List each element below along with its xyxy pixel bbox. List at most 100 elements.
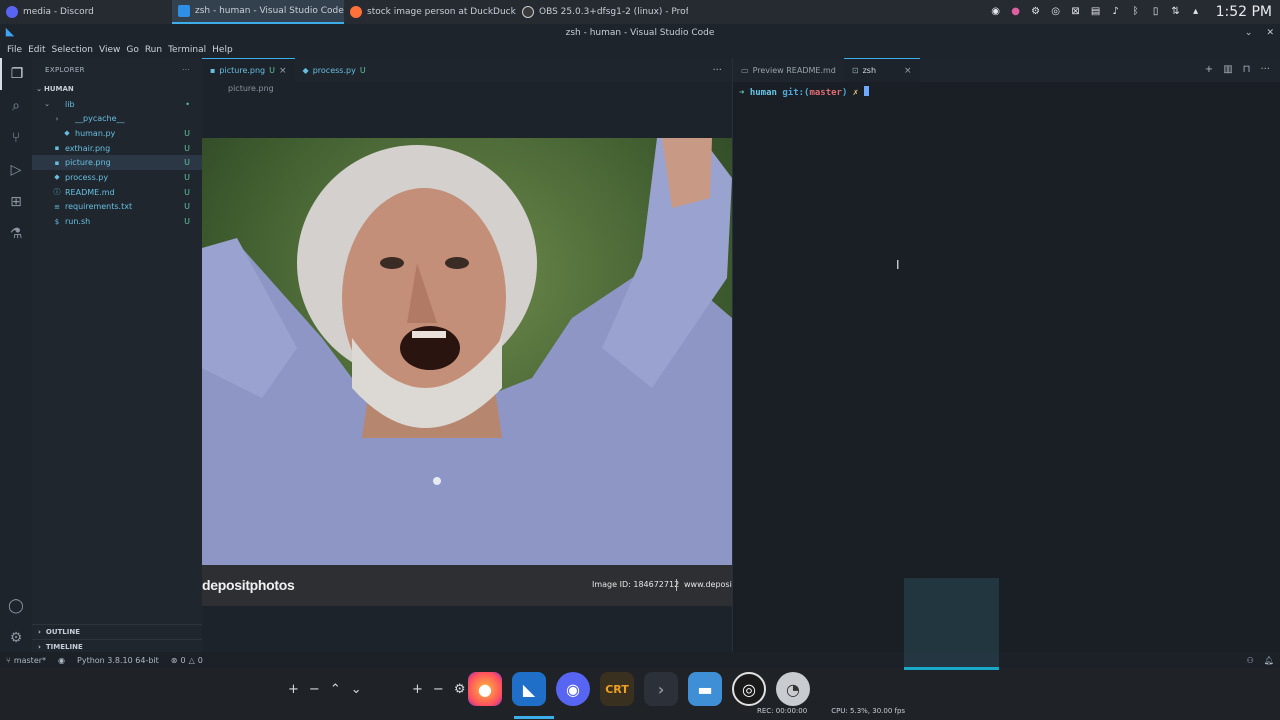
vscode-logo-icon: ◣ [5,25,15,38]
git-status-badge: U [184,158,190,168]
branch-status[interactable]: ⑂ master* [0,656,52,665]
account-status-icon[interactable]: ⚇ [1247,656,1254,665]
clipboard-tray-icon[interactable]: ▤ [1090,6,1102,18]
python-interpreter[interactable]: Python 3.8.10 64-bit [71,656,165,665]
close-tab-icon[interactable]: × [904,66,912,76]
warning-icon: △ [188,655,195,665]
updates-tray-icon[interactable]: ⊠ [1070,6,1082,18]
firefox-icon[interactable]: ● [468,672,502,706]
folder-human[interactable]: ⌄ HUMAN [32,82,202,97]
terminal-prompt[interactable]: ➜ human git:(master) ✗ [739,86,869,98]
menubar: File Edit Selection View Go Run Terminal… [0,42,1280,58]
tab-picture-png[interactable]: ▪ picture.png U × [202,58,295,82]
menu-edit[interactable]: Edit [25,45,48,55]
run-debug-icon[interactable]: ▷ [0,154,32,186]
vscode-icon[interactable]: ◣ [512,672,546,706]
clock-icon[interactable]: ◔ [776,672,810,706]
task-firefox[interactable]: stock image person at DuckDuckG... [344,0,516,24]
close-window-icon[interactable]: ✕ [1266,24,1274,42]
manage-gear-icon[interactable]: ⚙ [0,622,32,654]
minimize-icon[interactable]: ⌄ [1245,24,1253,42]
search-icon[interactable]: ⌕ [0,90,32,122]
image-preview: depositphotos Image ID: 184672712 www.de… [202,138,732,606]
explorer-title: EXPLORER [45,66,85,74]
tab-zsh[interactable]: ⊡ zsh × [843,58,920,82]
tree-item[interactable]: ⌄ lib • [32,97,202,112]
chevron-down-icon: ⌄ [36,85,42,94]
menu-view[interactable]: View [96,45,123,55]
window-title: zsh - human - Visual Studio Code [565,28,715,38]
discord-tray-icon[interactable]: ◉ [990,6,1002,18]
terminal-cursor [863,86,869,96]
clock[interactable]: 1:52 PM [1216,4,1272,20]
tab-process-py[interactable]: ◆ process.py U [295,58,374,82]
remove-icon[interactable]: − [433,682,444,697]
app-tray-icon[interactable]: ● [1010,6,1022,18]
source-control-icon[interactable]: ⑂ [0,122,32,154]
tree-item[interactable]: ▪ picture.png U [32,155,202,171]
tree-item[interactable]: ◆ human.py U [32,126,202,141]
outline-section[interactable]: › OUTLINE [32,624,202,639]
more-actions-icon[interactable]: ··· [712,65,722,76]
tab-preview-readme[interactable]: ▭ Preview README.md [733,58,844,82]
obs-icon[interactable]: ◎ [732,672,766,706]
file-manager-icon[interactable]: ▬ [688,672,722,706]
bluetooth-icon[interactable]: ᛒ [1130,6,1142,18]
close-tab-icon[interactable]: × [279,66,287,76]
task-vscode[interactable]: zsh - human - Visual Studio Code [172,0,344,24]
account-icon[interactable]: ◯ [0,590,32,622]
split-editor-icon[interactable]: ▥ [1223,64,1232,75]
task-discord[interactable]: media - Discord [0,0,172,24]
menu-selection[interactable]: Selection [49,45,96,55]
extensions-icon[interactable]: ⊞ [0,186,32,218]
tree-item[interactable]: ▪ exthair.png U [32,141,202,156]
new-terminal-icon[interactable]: + [1205,64,1213,75]
crt-icon[interactable]: CRT [600,672,634,706]
lock-icon[interactable]: ⊓ [1243,64,1251,75]
obs-tray-icon[interactable]: ◎ [1050,6,1062,18]
file-type-icon: ▪ [54,158,60,167]
files-icon[interactable]: ❐ [0,58,32,90]
gear-icon[interactable]: ⚙ [454,682,466,697]
task-obs[interactable]: OBS 25.0.3+dfsg1-2 (linux) - Profil... [516,0,688,24]
obs-scene-controls: + − ⌃ ⌄ [288,682,362,697]
move-down-icon[interactable]: ⌄ [351,682,362,697]
terminal-icon[interactable]: › [644,672,678,706]
steam-tray-icon[interactable]: ⚙ [1030,6,1042,18]
tree-item[interactable]: ≡ requirements.txt U [32,200,202,215]
tray-expand-icon[interactable]: ▴ [1190,6,1202,18]
file-type-icon: ≡ [54,202,60,211]
tree-item[interactable]: ⓘ README.md U [32,185,202,200]
more-actions-icon[interactable]: ··· [1260,64,1270,75]
tree-item[interactable]: ◆ process.py U [32,170,202,185]
battery-icon[interactable]: ▯ [1150,6,1162,18]
menu-file[interactable]: File [4,45,25,55]
file-type-icon: ▪ [54,144,60,153]
watermark-logo: depositphotos [202,577,295,593]
volume-icon[interactable]: ♪ [1110,6,1122,18]
notifications-icon[interactable]: 🔔︎ [1264,656,1274,665]
file-type-icon: ◆ [64,129,70,138]
menu-run[interactable]: Run [142,45,165,55]
remove-icon[interactable]: − [309,682,320,697]
breadcrumb[interactable]: picture.png [202,82,732,96]
window-titlebar: ◣ zsh - human - Visual Studio Code ⌄ ✕ [0,24,1280,42]
vscode-icon [178,5,190,17]
system-tray: ◉ ● ⚙ ◎ ⊠ ▤ ♪ ᛒ ▯ ⇅ ▴ 1:52 PM [990,0,1280,24]
tree-item[interactable]: $ run.sh U [32,214,202,229]
discord-icon[interactable]: ◉ [556,672,590,706]
file-type-icon: $ [54,217,60,226]
problems-status[interactable]: ⊗ 0 △ 0 [165,656,209,665]
explorer-more-icon[interactable]: ··· [182,66,190,74]
live-share-icon[interactable]: ◉ [52,656,71,665]
tree-item-label: human.py [75,128,116,138]
testing-icon[interactable]: ⚗ [0,218,32,250]
menu-help[interactable]: Help [209,45,236,55]
move-up-icon[interactable]: ⌃ [330,682,341,697]
menu-go[interactable]: Go [123,45,141,55]
tree-item[interactable]: › __pycache__ [32,111,202,126]
add-icon[interactable]: + [412,682,423,697]
add-icon[interactable]: + [288,682,299,697]
network-icon[interactable]: ⇅ [1170,6,1182,18]
menu-terminal[interactable]: Terminal [165,45,209,55]
